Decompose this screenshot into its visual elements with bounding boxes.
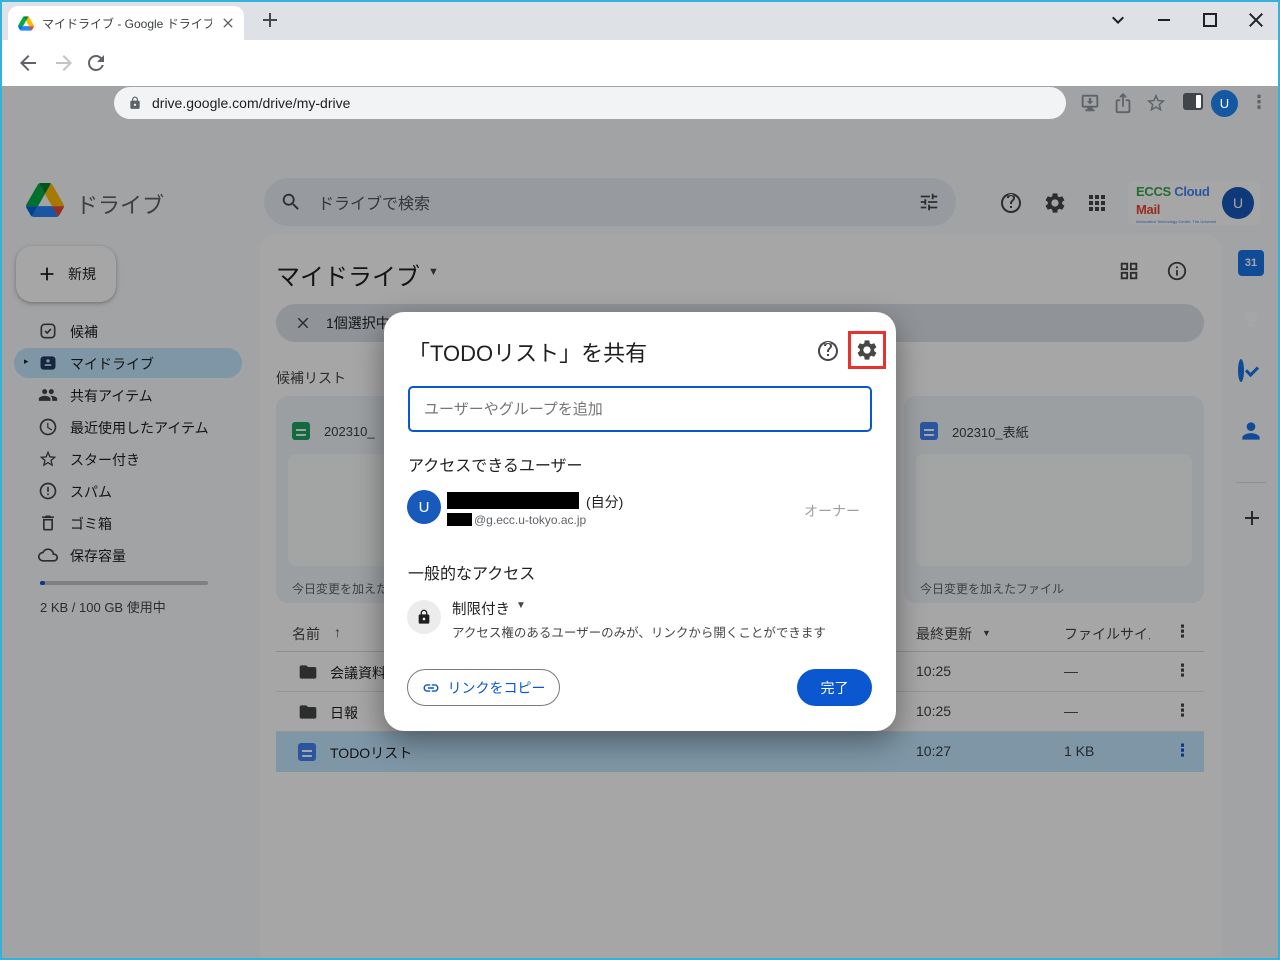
side-panel-icon[interactable] [1183,93,1203,110]
share-dialog: 「TODOリスト」を共有 アクセスできるユーザー U (自分) @g.ecc.u… [384,312,896,731]
install-icon[interactable] [1079,92,1101,114]
general-access-heading: 一般的なアクセス [408,566,536,583]
drive-favicon [18,15,34,31]
dialog-settings-gear-icon[interactable] [855,338,879,362]
done-button[interactable]: 完了 [797,669,872,706]
browser-toolbar: drive.google.com/drive/my-drive U ⋮ [0,40,1280,119]
owner-email: @g.ecc.u-tokyo.ac.jp [474,513,587,527]
window-close-button[interactable] [1244,8,1268,32]
redacted-owner-email [447,513,472,526]
share-icon[interactable] [1112,92,1134,114]
owner-avatar: U [407,490,441,524]
window-minimize-button[interactable] [1152,8,1176,32]
general-access-description: アクセス権のあるユーザーのみが、リンクから開くことができます [452,626,826,640]
browser-profile-avatar[interactable]: U [1211,90,1238,117]
back-button[interactable] [16,51,40,75]
new-tab-button[interactable] [258,8,282,32]
reload-button[interactable] [84,51,108,75]
dropdown-caret-icon[interactable]: ▼ [516,600,526,611]
bookmark-star-icon[interactable] [1145,92,1167,114]
tab-title: マイドライブ - Google ドライブ [42,16,212,31]
tab-close-icon[interactable] [220,15,236,31]
lock-icon [418,609,430,624]
url-text: drive.google.com/drive/my-drive [152,95,351,111]
add-people-input[interactable] [408,386,872,432]
highlight-box [848,331,886,369]
copy-link-button[interactable]: リンクをコピー [407,669,560,706]
owner-role: オーナー [804,503,860,519]
dialog-title: 「TODOリスト」を共有 [408,341,648,366]
owner-self-label: (自分) [586,494,624,510]
general-access-dropdown[interactable]: 制限付き [452,598,510,619]
browser-tab[interactable]: マイドライブ - Google ドライブ [8,6,244,40]
browser-tab-strip: マイドライブ - Google ドライブ [0,0,1280,40]
window-maximize-button[interactable] [1198,8,1222,32]
forward-button[interactable] [52,51,76,75]
address-bar[interactable]: drive.google.com/drive/my-drive [114,87,1066,119]
tab-search-icon[interactable] [1106,8,1130,32]
people-with-access-heading: アクセスできるユーザー [408,458,583,475]
link-icon [423,683,438,692]
lock-icon [128,96,142,110]
lock-circle [407,600,441,634]
redacted-owner-name [447,492,579,509]
browser-menu-icon[interactable]: ⋮ [1250,92,1268,113]
dialog-help-icon[interactable] [816,339,840,363]
